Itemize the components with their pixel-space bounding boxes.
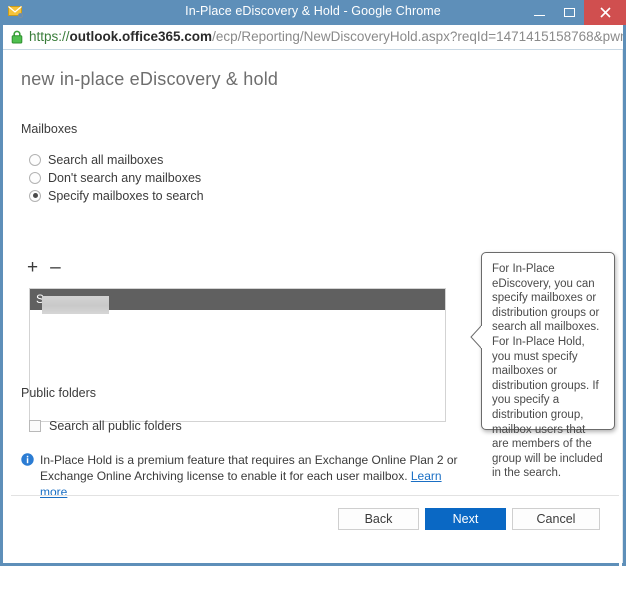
close-icon [599,7,611,18]
url-text: https://outlook.office365.com/ecp/Report… [29,29,623,44]
radio-label: Don't search any mailboxes [48,170,202,185]
back-button[interactable]: Back [338,508,419,530]
window-controls [524,0,626,25]
radio-label: Search all mailboxes [48,152,164,167]
maximize-button[interactable] [554,0,584,25]
checkbox-label: Search all public folders [49,418,182,433]
radio-search-all-mailboxes[interactable]: Search all mailboxes [29,151,163,168]
info-note: In-Place Hold is a premium feature that … [21,452,471,500]
cancel-button[interactable]: Cancel [512,508,600,530]
browser-window: In-Place eDiscovery & Hold - Google Chro… [0,0,626,613]
public-folders-section-label: Public folders [21,386,97,400]
radio-label: Specify mailboxes to search [48,188,204,203]
url-host: outlook.office365.com [69,29,213,44]
minimize-button[interactable] [524,0,554,25]
footer-divider [11,495,623,496]
checkbox-icon [29,419,41,432]
mailbox-listbox[interactable]: S [29,288,446,422]
address-bar[interactable]: https://outlook.office365.com/ecp/Report… [3,25,623,50]
url-path: /ecp/Reporting/NewDiscoveryHold.aspx?req… [212,29,623,44]
redaction-overlay [42,296,109,314]
info-note-text: In-Place Hold is a premium feature that … [40,452,471,500]
scrollbar-gutter[interactable] [619,100,622,613]
page-canvas: new in-place eDiscovery & hold Mailboxes… [3,50,623,613]
list-item[interactable]: S [30,289,445,314]
radio-icon [29,153,41,166]
close-button[interactable] [584,0,626,25]
next-button[interactable]: Next [425,508,506,530]
help-callout: For In-Place eDiscovery, you can specify… [470,252,615,479]
url-scheme: https:// [29,29,70,44]
radio-dont-search-any-mailboxes[interactable]: Don't search any mailboxes [29,169,201,186]
info-icon [21,453,34,466]
title-bar: In-Place eDiscovery & Hold - Google Chro… [0,0,626,25]
callout-arrow-icon [470,324,483,350]
maximize-icon [563,8,575,17]
help-callout-text: For In-Place eDiscovery, you can specify… [492,263,603,480]
add-mailbox-button[interactable]: + [27,258,38,277]
page-content: new in-place eDiscovery & hold Mailboxes… [11,50,623,563]
footer-actions: Back Next Cancel [11,508,623,542]
checkbox-search-all-public-folders[interactable]: Search all public folders [29,417,182,434]
radio-specify-mailboxes-to-search[interactable]: Specify mailboxes to search [29,187,204,204]
radio-icon [29,171,41,184]
info-note-body: In-Place Hold is a premium feature that … [40,453,458,483]
radio-icon-selected [29,189,41,202]
remove-mailbox-button[interactable]: – [50,258,61,277]
page-title: new in-place eDiscovery & hold [21,69,279,89]
mailbox-list-toolbar: + – [27,258,61,277]
mailboxes-section-label: Mailboxes [21,122,78,136]
lock-icon [11,30,23,44]
minimize-icon [533,15,545,16]
